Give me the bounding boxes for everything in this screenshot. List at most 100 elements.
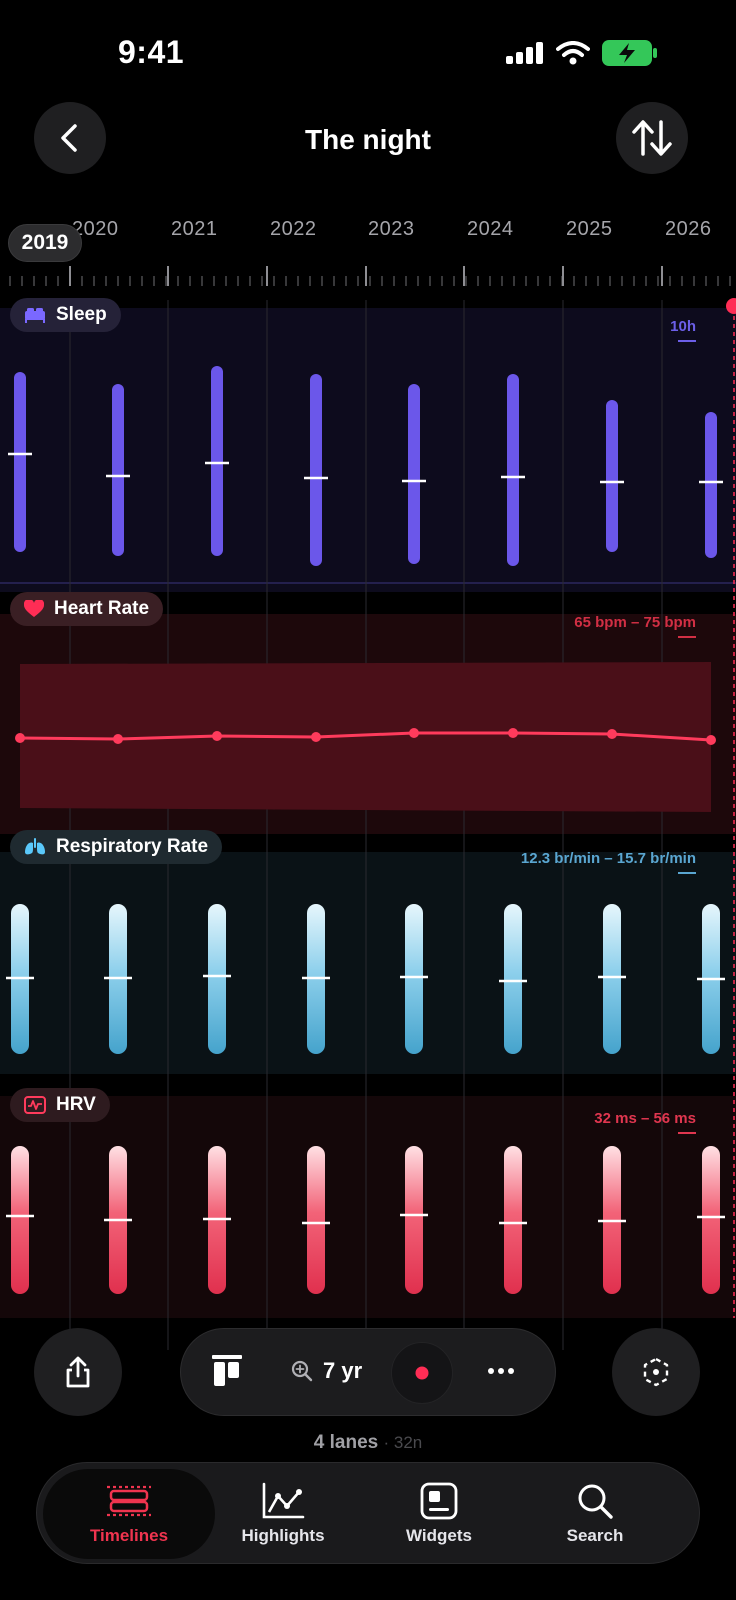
more-button[interactable] — [479, 1351, 523, 1391]
hrv-range: 32 ms – 56 ms — [594, 1110, 696, 1127]
lungs-icon — [25, 838, 45, 855]
heart-rate-point — [607, 729, 617, 739]
heart-icon — [24, 600, 44, 617]
sleep-bar — [705, 412, 717, 558]
lane-label-respiratory-rate[interactable]: Respiratory Rate — [10, 830, 223, 864]
lanes-summary: 4 lanes · 32n — [0, 1432, 736, 1454]
heart-lane-bg — [0, 614, 736, 834]
hrv-bar — [603, 1146, 621, 1294]
zoom-value: 7 yr — [323, 1358, 363, 1383]
focus-button[interactable] — [612, 1328, 700, 1416]
tab-widgets-label: Widgets — [406, 1526, 472, 1545]
share-icon — [66, 1356, 90, 1388]
heart-rate-range-underline — [678, 636, 696, 638]
heart-rate-point — [311, 732, 321, 742]
lanes-count: 4 lanes — [313, 1432, 379, 1453]
sort-button[interactable] — [616, 102, 688, 174]
share-button[interactable] — [34, 1328, 122, 1416]
lane-title-heart-rate: Heart Rate — [54, 598, 150, 619]
hrv-range-underline — [678, 1132, 696, 1134]
kanban-icon — [212, 1355, 242, 1386]
hrv-bar — [109, 1146, 127, 1294]
respiratory-bar — [702, 904, 720, 1054]
now-marker — [726, 298, 736, 314]
heart-rate-point — [706, 735, 716, 745]
search-icon — [578, 1484, 613, 1519]
hrv-bar — [504, 1146, 522, 1294]
status-time: 9:41 — [118, 34, 185, 70]
year-label[interactable]: 2021 — [171, 218, 218, 241]
lane-title-sleep: Sleep — [56, 304, 107, 325]
chart-line-icon — [262, 1482, 305, 1519]
heart-rate-line — [19, 731, 712, 742]
widgets-icon — [420, 1482, 458, 1520]
lane-label-heart-rate[interactable]: Heart Rate — [10, 592, 164, 626]
sleep-lane-bg — [0, 308, 736, 592]
respiratory-bar — [109, 904, 127, 1054]
tab-search[interactable]: Search — [509, 1469, 681, 1559]
hrv-bar — [405, 1146, 423, 1294]
battery-charging-icon — [602, 40, 657, 66]
hrv-bar — [307, 1146, 325, 1294]
record-button[interactable] — [391, 1342, 453, 1404]
waveform-icon — [24, 1096, 46, 1114]
swap-vertical-icon — [632, 120, 672, 156]
heart-rate-point — [113, 734, 123, 744]
year-label[interactable]: 2023 — [368, 218, 415, 241]
hrv-bar — [702, 1146, 720, 1294]
hrv-bar — [11, 1146, 29, 1294]
heart-rate-point — [409, 728, 419, 738]
lane-title-respiratory-rate: Respiratory Rate — [56, 836, 209, 857]
heart-rate-point — [212, 731, 222, 741]
year-label[interactable]: 2025 — [566, 218, 613, 241]
tab-highlights[interactable]: Highlights — [197, 1469, 369, 1559]
bed-icon — [25, 308, 45, 323]
resp-lane-bg — [0, 852, 736, 1074]
respiratory-rate-range-underline — [678, 872, 696, 874]
sleep-bar — [606, 400, 618, 552]
record-dot-icon — [415, 1366, 429, 1380]
heart-rate-band — [20, 662, 711, 812]
timeline-toolbar: 7 yr — [180, 1328, 556, 1416]
lane-title-hrv: HRV — [56, 1094, 96, 1115]
lane-label-sleep[interactable]: Sleep — [10, 298, 121, 332]
hrv-bar — [208, 1146, 226, 1294]
status-icons — [506, 40, 658, 66]
heart-rate-range: 65 bpm – 75 bpm — [574, 614, 696, 631]
respiratory-bar — [405, 904, 423, 1054]
more-icon — [488, 1368, 514, 1374]
tab-search-label: Search — [566, 1526, 624, 1545]
year-label[interactable]: 2024 — [467, 218, 514, 241]
tab-timelines[interactable]: Timelines — [43, 1469, 215, 1559]
sleep-bar — [408, 384, 420, 564]
tab-timelines-label: Timelines — [89, 1526, 169, 1545]
respiratory-bar — [307, 904, 325, 1054]
year-label[interactable]: 2022 — [270, 218, 317, 241]
sleep-bar — [507, 374, 519, 566]
wifi-icon — [556, 41, 590, 65]
heart-rate-point — [508, 728, 518, 738]
layout-toggle-button[interactable] — [207, 1351, 247, 1391]
zoom-control[interactable]: 7 yr — [291, 1351, 362, 1391]
tab-highlights-label: Highlights — [241, 1526, 325, 1545]
heart-rate-point — [15, 733, 25, 743]
zoom-icon — [291, 1360, 313, 1382]
tab-bar: Timelines Highlights Widgets Search — [36, 1462, 700, 1564]
sleep-bar — [112, 384, 124, 556]
respiratory-bar — [504, 904, 522, 1054]
sleep-bar — [14, 372, 26, 552]
nights-count: · 32n — [383, 1433, 423, 1452]
scan-focus-icon — [643, 1357, 669, 1387]
respiratory-bar — [208, 904, 226, 1054]
respiratory-bar — [603, 904, 621, 1054]
timelines-icon — [107, 1485, 151, 1517]
cellular-signal-icon — [506, 42, 543, 64]
respiratory-bar — [11, 904, 29, 1054]
tab-widgets[interactable]: Widgets — [353, 1469, 525, 1559]
year-label[interactable]: 2026 — [665, 218, 712, 241]
respiratory-rate-range: 12.3 br/min – 15.7 br/min — [520, 850, 696, 867]
current-year-badge: 2019 — [8, 224, 82, 262]
sleep-range: 10h — [670, 318, 696, 335]
sleep-range-underline — [678, 340, 696, 342]
lane-label-hrv[interactable]: HRV — [10, 1088, 110, 1122]
